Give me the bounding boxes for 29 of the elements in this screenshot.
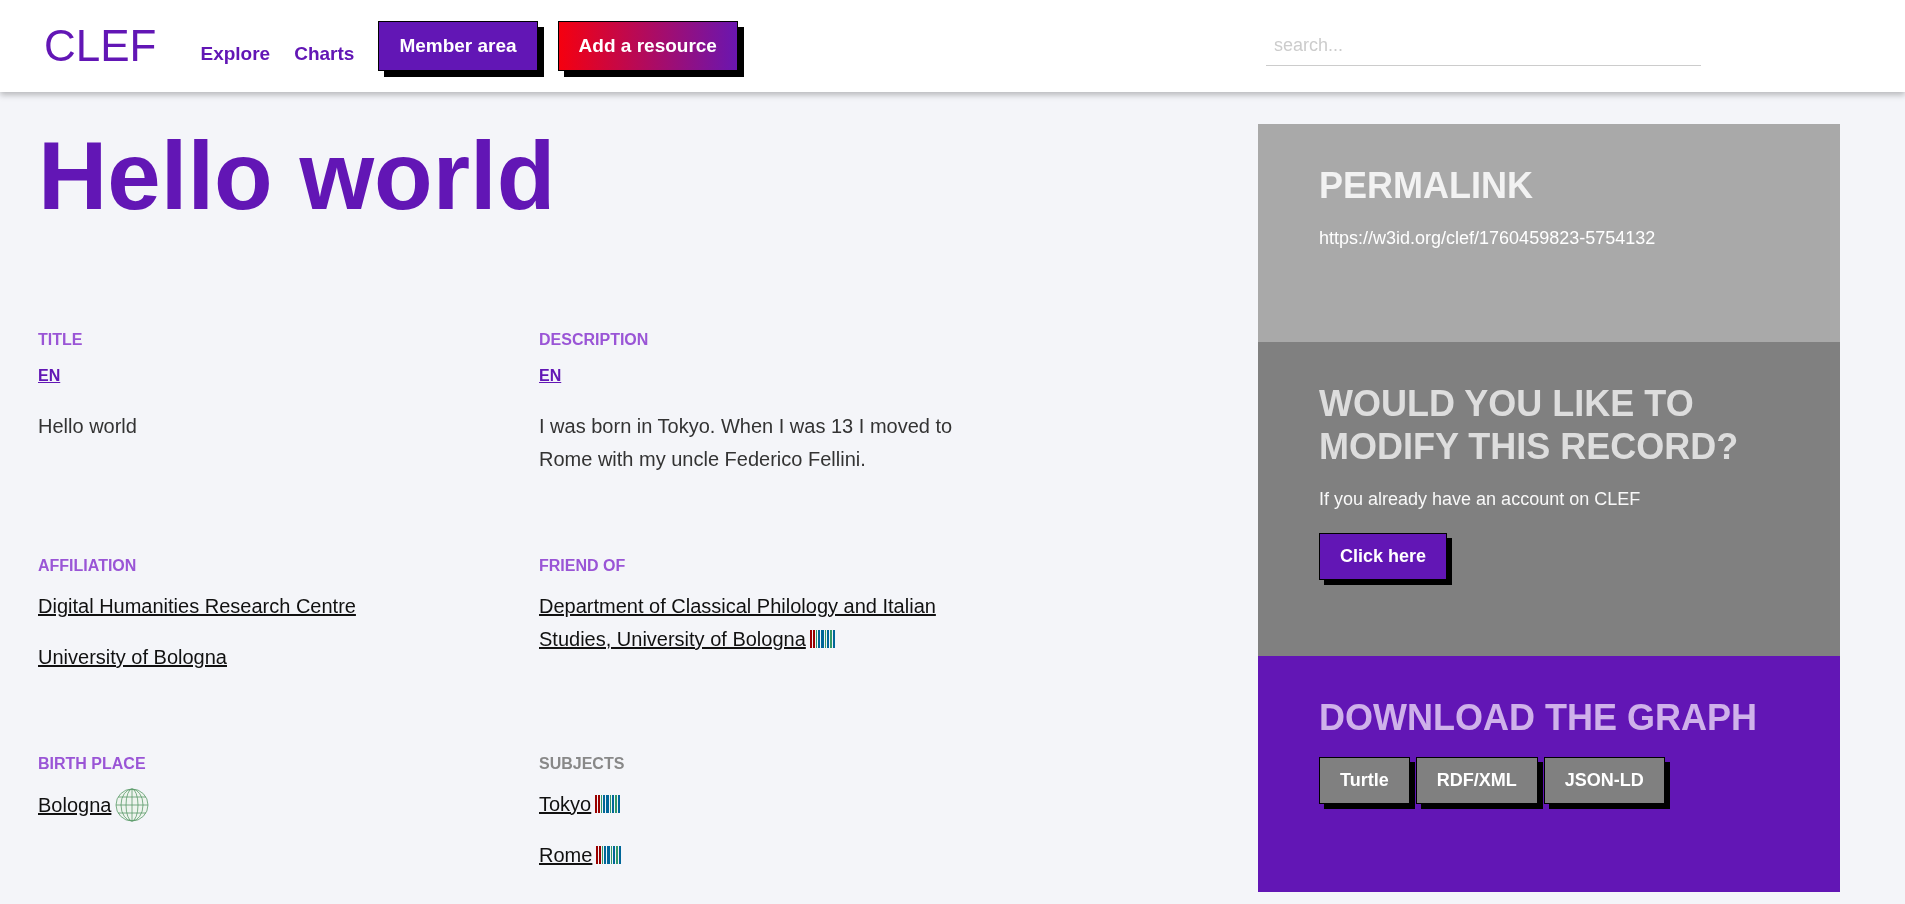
field-label: SUBJECTS xyxy=(539,754,625,774)
panel-title: WOULD YOU LIKE TO MODIFY THIS RECORD? xyxy=(1319,382,1740,469)
barcode-icon xyxy=(809,630,836,648)
language-link[interactable]: EN xyxy=(539,364,562,388)
panel-title: PERMALINK xyxy=(1319,164,1534,208)
field-label: AFFILIATION xyxy=(38,556,137,576)
barcode-icon xyxy=(596,846,623,864)
value-link[interactable]: University of Bologna xyxy=(38,641,227,674)
field-value: I was born in Tokyo. When I was 13 I moved to Rome with my uncle Federico Fellini. xyxy=(539,414,954,472)
value-link[interactable]: Rome xyxy=(539,839,623,872)
globe-icon xyxy=(115,788,150,822)
value-link[interactable]: Bologna xyxy=(38,788,150,822)
field-label: TITLE xyxy=(38,330,83,350)
field-label: DESCRIPTION xyxy=(539,330,649,350)
value-link[interactable]: Tokyo xyxy=(539,788,622,821)
value-link[interactable]: Digital Humanities Research Centre xyxy=(38,590,356,623)
language-link[interactable]: EN xyxy=(38,364,61,388)
field-value: Hello world xyxy=(38,414,138,439)
value-link[interactable]: Department of Classical Philology and Italian Studies, University of Bologna xyxy=(539,590,979,656)
panel-text: If you already have an account on CLEF xyxy=(1319,488,1642,512)
field-label: BIRTH PLACE xyxy=(38,754,146,774)
field-label: FRIEND OF xyxy=(539,556,626,576)
logo[interactable]: CLEF xyxy=(44,13,157,79)
permalink-url: https://w3id.org/clef/1760459823-5754132 xyxy=(1319,227,1657,251)
nav-link[interactable]: Explore xyxy=(200,39,271,69)
page-heading: Hello world xyxy=(38,128,557,224)
barcode-icon xyxy=(595,795,622,813)
panel-title: DOWNLOAD THE GRAPH xyxy=(1319,696,1758,740)
nav-link[interactable]: Charts xyxy=(294,39,355,69)
